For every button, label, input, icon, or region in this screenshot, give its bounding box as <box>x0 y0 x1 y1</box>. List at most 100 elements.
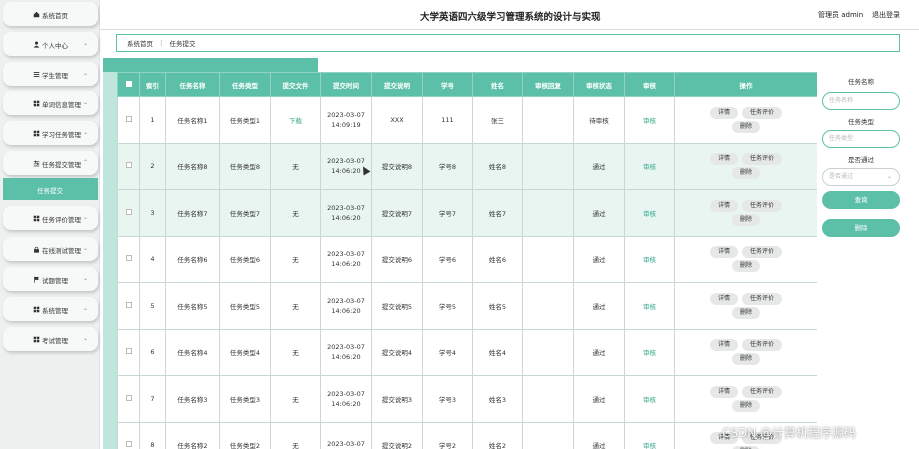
sidebar-item-5[interactable]: 学习任务管理 ⌄ <box>3 121 98 145</box>
submitted-file-cell[interactable]: 下载 <box>270 96 321 144</box>
audit-link-cell[interactable]: 审核 <box>624 421 675 449</box>
evaluate-button[interactable]: 任务评价 <box>742 339 783 352</box>
submitted-file-cell-text: 无 <box>292 302 299 311</box>
row-checkbox[interactable] <box>125 255 132 262</box>
submit-date: 2023-03-07 <box>327 440 365 449</box>
actions-cell: 详情任务评价删除 <box>674 235 817 283</box>
audit-link-cell-text[interactable]: 审核 <box>643 396 656 404</box>
submitted-file-cell: 无 <box>270 328 321 376</box>
audit-link-cell-text[interactable]: 审核 <box>643 442 656 449</box>
submitted-file-cell-text: 无 <box>292 256 299 265</box>
student-name-cell-text: 姓名5 <box>488 302 507 311</box>
table-row[interactable]: 1 任务名称1 任务类型1 下载 2023-03-07 14:09:19 XXX 111 张三 待… <box>117 96 817 144</box>
detail-button[interactable]: 详情 <box>709 199 738 212</box>
row-checkbox-cell <box>117 375 140 423</box>
select-all-checkbox[interactable] <box>125 80 132 87</box>
audit-link-cell-text[interactable]: 审核 <box>643 256 656 264</box>
row-delete-button[interactable]: 删除 <box>731 167 760 180</box>
sidebar-item-label: 单词信息管理 <box>42 101 81 109</box>
sidebar-item-4[interactable]: 单词信息管理 ⌄ <box>3 91 98 115</box>
evaluate-button[interactable]: 任务评价 <box>742 246 783 259</box>
detail-button[interactable]: 详情 <box>709 153 738 166</box>
submitted-file-cell-text[interactable]: 下载 <box>289 117 302 125</box>
audit-link-cell[interactable]: 审核 <box>624 328 675 376</box>
row-delete-button[interactable]: 删除 <box>731 353 760 366</box>
audit-link-cell-text[interactable]: 审核 <box>643 210 656 218</box>
submit-time-cell: 2023-03-07 14:06:20 <box>320 189 372 237</box>
query-button[interactable]: 查询 <box>822 191 900 209</box>
evaluate-button[interactable]: 任务评价 <box>742 292 783 305</box>
audit-status-cell-text: 通过 <box>592 349 606 358</box>
row-checkbox-cell <box>117 282 140 330</box>
audit-link-cell[interactable]: 审核 <box>624 189 675 237</box>
table-row[interactable]: 2 任务名称8 任务类型8 无 2023-03-07 14:06:20 提交说明8 学号8 姓名… <box>117 142 817 190</box>
page-title: 大学英语四六级学习管理系统的设计与实现 <box>420 12 601 23</box>
sidebar-item-8[interactable]: 任务评价管理 ⌄ <box>3 206 98 230</box>
row-checkbox[interactable] <box>125 348 132 355</box>
table-row[interactable]: 8 任务名称2 任务类型2 无 2023-03-07 提交说明2 学号2 姓名2 通过 审核 详情任… <box>117 421 817 449</box>
submit-description-cell: 提交说明6 <box>371 235 423 283</box>
row-checkbox[interactable] <box>125 115 132 122</box>
sidebar-item-9[interactable]: 在线测试管理 ⌄ <box>3 237 98 261</box>
evaluate-button[interactable]: 任务评价 <box>742 385 783 398</box>
row-checkbox[interactable] <box>125 301 132 308</box>
row-delete-button[interactable]: 删除 <box>731 260 760 273</box>
passed-select[interactable]: 是否通过 ⌄ <box>822 168 900 186</box>
table-row[interactable]: 6 任务名称4 任务类型4 无 2023-03-07 14:06:20 提交说明4 学号4 姓名… <box>117 328 817 376</box>
submit-description-cell-text: 提交说明2 <box>381 442 413 449</box>
audit-link-cell-text[interactable]: 审核 <box>643 163 656 171</box>
row-checkbox[interactable] <box>125 394 132 401</box>
audit-status-cell: 通过 <box>573 142 625 190</box>
sidebar-item-2[interactable]: 个人中心 ⌄ <box>3 32 98 56</box>
task-type-cell-text: 任务类型1 <box>229 116 261 125</box>
table-row[interactable]: 5 任务名称5 任务类型5 无 2023-03-07 14:06:20 提交说明5 学号5 姓名… <box>117 282 817 330</box>
audit-link-cell[interactable]: 审核 <box>624 235 675 283</box>
evaluate-button[interactable]: 任务评价 <box>742 153 783 166</box>
detail-button[interactable]: 详情 <box>709 106 738 119</box>
row-delete-button[interactable]: 删除 <box>731 213 760 226</box>
student-id-cell-text: 学号2 <box>438 442 457 449</box>
breadcrumb-home[interactable]: 系统首页 <box>127 38 153 48</box>
audit-link-cell-text[interactable]: 审核 <box>643 349 656 357</box>
row-delete-button[interactable]: 删除 <box>731 120 760 133</box>
table-row[interactable]: 7 任务名称3 任务类型3 无 2023-03-07 14:06:20 提交说明3 学号3 姓名… <box>117 375 817 423</box>
delete-button[interactable]: 删除 <box>822 219 900 237</box>
audit-link-cell-text[interactable]: 审核 <box>643 303 656 311</box>
sidebar-item-6[interactable]: 任务提交管理 ⌃ <box>3 151 98 175</box>
sidebar-item-label: 任务提交 <box>37 187 63 195</box>
evaluate-button[interactable]: 任务评价 <box>742 106 783 119</box>
sidebar-item-11[interactable]: 系统管理 ⌄ <box>3 297 98 321</box>
row-checkbox[interactable] <box>125 208 132 215</box>
chevron-down-icon: ⌄ <box>82 275 88 282</box>
list-icon <box>33 71 40 78</box>
submitted-file-cell: 无 <box>270 282 321 330</box>
row-checkbox[interactable] <box>125 441 132 448</box>
detail-button[interactable]: 详情 <box>709 385 738 398</box>
table-row[interactable]: 4 任务名称6 任务类型6 无 2023-03-07 14:06:20 提交说明6 学号6 姓名… <box>117 235 817 283</box>
detail-button[interactable]: 详情 <box>709 339 738 352</box>
audit-link-cell[interactable]: 审核 <box>624 375 675 423</box>
user-icon <box>33 41 40 48</box>
task-type-input[interactable]: 任务类型 <box>822 130 900 148</box>
audit-link-cell[interactable]: 审核 <box>624 142 675 190</box>
logout-link[interactable]: 退出登录 <box>872 10 900 20</box>
task-name-input[interactable]: 任务名称 <box>822 92 900 110</box>
audit-link-cell-text[interactable]: 审核 <box>643 117 656 125</box>
sidebar-item-3[interactable]: 学生管理 ⌄ <box>3 62 98 86</box>
row-checkbox-cell <box>117 235 140 283</box>
sidebar-item-1[interactable]: 系统首页 <box>3 2 98 26</box>
row-delete-button[interactable]: 删除 <box>731 399 760 412</box>
sidebar-item-12[interactable]: 考试管理 ⌄ <box>3 327 98 351</box>
audit-status-cell-text: 通过 <box>592 163 606 172</box>
submit-clock-time: 14:06:20 <box>331 353 361 362</box>
audit-link-cell[interactable]: 审核 <box>624 282 675 330</box>
row-checkbox[interactable] <box>125 162 132 169</box>
detail-button[interactable]: 详情 <box>709 292 738 305</box>
audit-link-cell[interactable]: 审核 <box>624 96 675 144</box>
evaluate-button[interactable]: 任务评价 <box>742 199 783 212</box>
sidebar-item-10[interactable]: 试题管理 ⌄ <box>3 267 98 291</box>
table-row[interactable]: 3 任务名称7 任务类型7 无 2023-03-07 14:06:20 提交说明7 学号7 姓名… <box>117 189 817 237</box>
row-delete-button[interactable]: 删除 <box>731 306 760 319</box>
detail-button[interactable]: 详情 <box>709 246 738 259</box>
sidebar-subitem-task-submission[interactable]: 任务提交 <box>3 178 98 200</box>
